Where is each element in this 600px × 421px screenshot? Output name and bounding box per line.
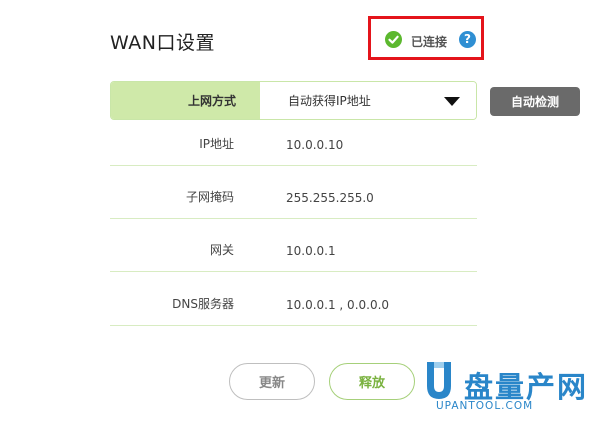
info-value: 255.255.255.0	[286, 191, 374, 205]
auto-detect-button[interactable]: 自动检测	[490, 87, 580, 116]
info-value: 10.0.0.1 , 0.0.0.0	[286, 298, 390, 312]
connection-status-highlight: 已连接 ?	[368, 16, 484, 60]
info-value: 10.0.0.10	[286, 138, 344, 152]
info-row-subnet: 子网掩码 255.255.255.0	[110, 166, 477, 219]
info-label: DNS服务器	[172, 297, 234, 311]
refresh-button[interactable]: 更新	[229, 363, 315, 400]
caret-down-icon[interactable]	[444, 97, 460, 106]
watermark-en: UPANTOOL.COM	[436, 400, 534, 412]
info-value: 10.0.0.1	[286, 244, 336, 258]
info-row-gateway: 网关 10.0.0.1	[110, 219, 477, 272]
u-logo-icon	[427, 362, 451, 399]
connection-type-value: 自动获得IP地址	[288, 94, 371, 108]
info-row-dns: DNS服务器 10.0.0.1 , 0.0.0.0	[110, 273, 477, 326]
check-circle-icon	[385, 31, 402, 48]
watermark: 盘量产网 UPANTOOL.COM	[406, 356, 600, 421]
page-title: WAN口设置	[110, 32, 215, 54]
help-icon[interactable]: ?	[459, 31, 476, 48]
connection-status-text: 已连接	[411, 35, 448, 49]
info-label: 网关	[209, 243, 234, 257]
info-label: IP地址	[199, 137, 234, 151]
info-label: 子网掩码	[185, 190, 234, 204]
release-button[interactable]: 释放	[329, 363, 415, 400]
info-row-ip: IP地址 10.0.0.10	[110, 113, 477, 166]
